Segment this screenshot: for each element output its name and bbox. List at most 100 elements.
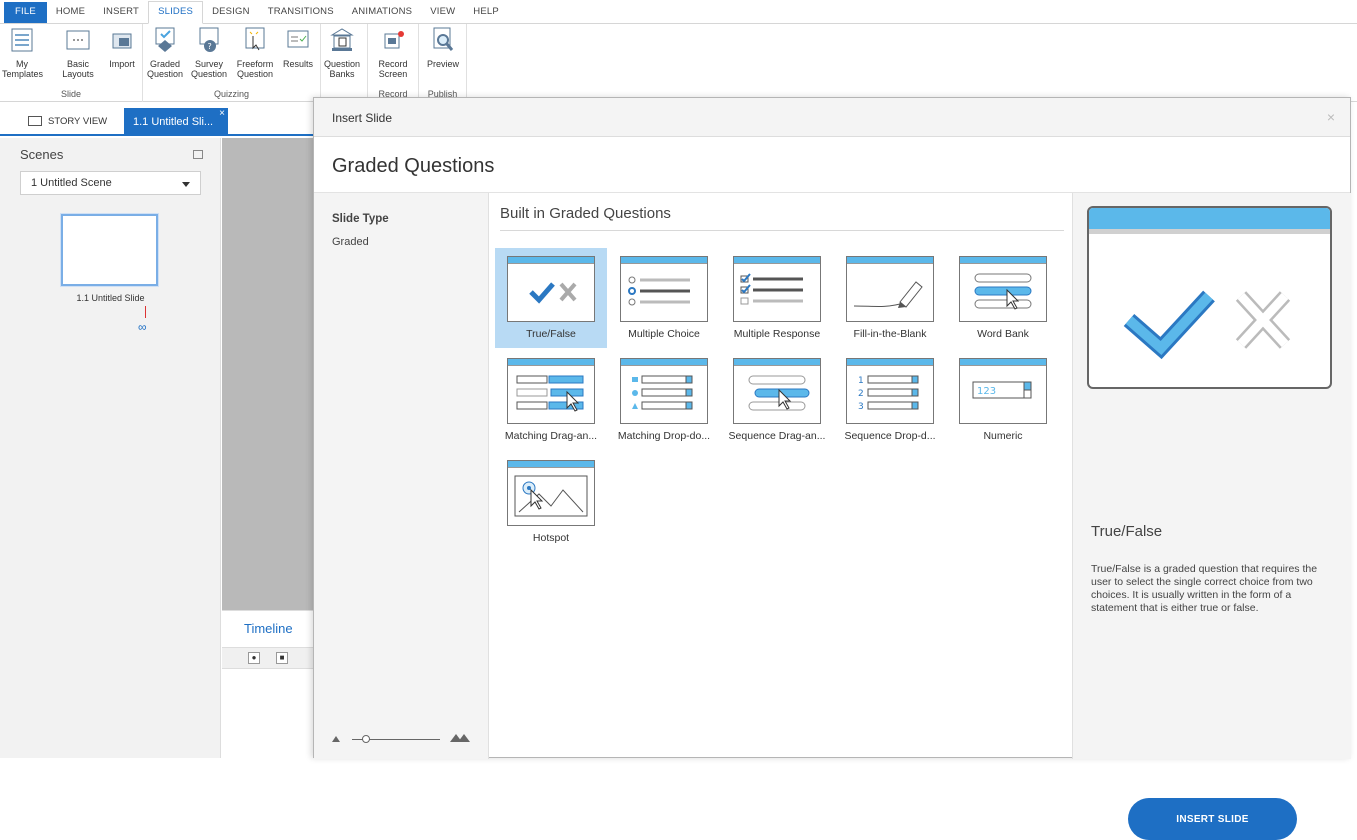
slide-type-graded[interactable]: Graded — [332, 236, 369, 248]
slide-thumbnail[interactable] — [60, 213, 159, 287]
story-view-tab[interactable]: STORY VIEW — [20, 108, 120, 134]
tile-hotspot[interactable]: Hotspot — [495, 452, 607, 552]
preview-image — [1087, 206, 1332, 389]
tile-multiple-response[interactable]: Multiple Response — [721, 248, 833, 348]
ribbon-group-record: Record Screen Record — [367, 24, 419, 102]
tile-numeric[interactable]: 123 Numeric — [947, 350, 1059, 450]
zoom-in-icon-secondary — [458, 734, 470, 742]
preview-description: True/False is a graded question that req… — [1091, 563, 1318, 614]
tab-help[interactable]: HELP — [464, 2, 508, 23]
eye-icon[interactable]: ● — [248, 652, 260, 664]
sequence-number: 1 — [858, 376, 864, 386]
tab-transitions[interactable]: TRANSITIONS — [259, 2, 343, 23]
results-button[interactable]: Results — [278, 26, 318, 69]
my-templates-button[interactable]: My Templates — [2, 26, 43, 79]
tab-file[interactable]: FILE — [4, 2, 47, 23]
ribbon: My Templates Basic Layouts Import Slide … — [0, 24, 1357, 102]
insert-slide-button[interactable]: INSERT SLIDE — [1128, 798, 1297, 840]
tab-slides[interactable]: SLIDES — [148, 1, 204, 24]
slide-group-label: Slide — [60, 89, 81, 99]
link-icon[interactable]: ∞ — [138, 320, 147, 334]
freeform-question-button[interactable]: Freeform Question — [235, 26, 275, 79]
story-view-label: STORY VIEW — [48, 115, 108, 127]
import-button[interactable]: Import — [102, 26, 142, 69]
tab-view[interactable]: VIEW — [421, 2, 464, 23]
tab-insert[interactable]: INSERT — [94, 2, 148, 23]
scenes-panel: Scenes 1 Untitled Scene 1.1 Untitled Sli… — [0, 138, 221, 758]
tile-label: Sequence Drag-an... — [728, 430, 826, 442]
panel-menu-icon[interactable] — [193, 150, 203, 159]
tab-design[interactable]: DESIGN — [203, 2, 259, 23]
basic-layouts-label: Basic Layouts — [62, 59, 94, 79]
tile-label: Multiple Choice — [628, 328, 700, 340]
slide-canvas-area — [222, 138, 313, 610]
timeline-toolbar: ● ■ — [222, 647, 313, 669]
tab-home[interactable]: HOME — [47, 2, 94, 23]
ribbon-group-quizzing: Graded Question ? Survey Question Freefo… — [143, 24, 321, 102]
templates-icon — [11, 28, 33, 52]
zoom-out-icon[interactable] — [332, 736, 340, 742]
preview-title: True/False — [1091, 523, 1163, 540]
word-bank-icon — [974, 273, 1032, 310]
timeline-panel: Timeline ● ■ — [222, 610, 313, 758]
multiple-choice-icon — [628, 276, 690, 306]
preview-panel: True/False True/False is a graded questi… — [1072, 193, 1351, 840]
tile-multiple-choice[interactable]: Multiple Choice — [608, 248, 720, 348]
import-label: Import — [109, 59, 135, 69]
tile-matching-drag[interactable]: Matching Drag-an... — [495, 350, 607, 450]
sequence-dropdown-icon: 1 2 3 — [858, 375, 919, 412]
lock-icon[interactable]: ■ — [276, 652, 288, 664]
fill-in-blank-icon — [853, 281, 923, 308]
record-screen-button[interactable]: Record Screen — [373, 26, 413, 79]
question-banks-button[interactable]: Question Banks — [322, 26, 362, 79]
close-icon[interactable]: × — [1327, 109, 1335, 125]
results-icon — [287, 30, 309, 48]
gallery-title: Built in Graded Questions — [500, 205, 671, 222]
ribbon-group-publish: Preview Publish — [419, 24, 467, 102]
story-view-icon — [28, 116, 42, 126]
tab-animations[interactable]: ANIMATIONS — [343, 2, 421, 23]
svg-text:?: ? — [208, 42, 212, 51]
preview-button[interactable]: Preview — [423, 26, 463, 69]
tile-label: Matching Drop-do... — [617, 430, 711, 442]
matching-drag-icon — [516, 375, 584, 412]
slide-tab[interactable]: 1.1 Untitled Sli... × — [124, 108, 228, 136]
tile-sequence-drag[interactable]: Sequence Drag-an... — [721, 350, 833, 450]
survey-question-icon: ? — [199, 27, 219, 52]
dialog-title: Insert Slide — [332, 111, 393, 125]
hotspot-icon — [514, 475, 588, 517]
dialog-heading: Graded Questions — [332, 155, 495, 177]
tile-label: Word Bank — [977, 328, 1029, 340]
graded-question-icon — [155, 27, 175, 52]
slide-tab-close-icon[interactable]: × — [219, 108, 225, 119]
insert-slide-dialog: Insert Slide × Graded Questions Slide Ty… — [313, 97, 1351, 840]
tile-label: Sequence Drop-d... — [844, 430, 936, 442]
multiple-response-icon — [740, 273, 803, 305]
matching-dropdown-icon — [632, 375, 693, 410]
tile-label: Numeric — [983, 430, 1023, 442]
scene-dropdown[interactable]: 1 Untitled Scene — [20, 171, 201, 195]
survey-question-button[interactable]: ? Survey Question — [189, 26, 229, 79]
tile-true-false[interactable]: True/False — [495, 248, 607, 348]
preview-label: Preview — [426, 59, 459, 69]
basic-layouts-button[interactable]: Basic Layouts — [58, 26, 98, 79]
zoom-slider[interactable] — [332, 733, 472, 745]
zoom-slider-knob[interactable] — [362, 735, 370, 743]
slide-type-label: Slide Type — [332, 213, 389, 225]
import-icon — [112, 33, 132, 49]
graded-question-button[interactable]: Graded Question — [145, 26, 185, 79]
sequence-number: 2 — [858, 389, 864, 399]
trigger-line — [145, 306, 146, 318]
tile-sequence-dropdown[interactable]: 1 2 3 Sequence Drop-d... — [834, 350, 946, 450]
tile-word-bank[interactable]: Word Bank — [947, 248, 1059, 348]
freeform-question-label: Freeform Question — [236, 59, 274, 79]
chevron-down-icon — [182, 182, 190, 187]
tile-matching-dropdown[interactable]: Matching Drop-do... — [608, 350, 720, 450]
sequence-drag-icon — [748, 375, 810, 411]
scene-dropdown-value: 1 Untitled Scene — [31, 177, 112, 189]
tile-fill-in-the-blank[interactable]: Fill-in-the-Blank — [834, 248, 946, 348]
dialog-header: Insert Slide × — [314, 98, 1350, 137]
tile-label: Fill-in-the-Blank — [853, 328, 927, 340]
slide-type-column: Slide Type Graded — [314, 193, 489, 759]
true-false-preview-icon — [1123, 290, 1291, 360]
